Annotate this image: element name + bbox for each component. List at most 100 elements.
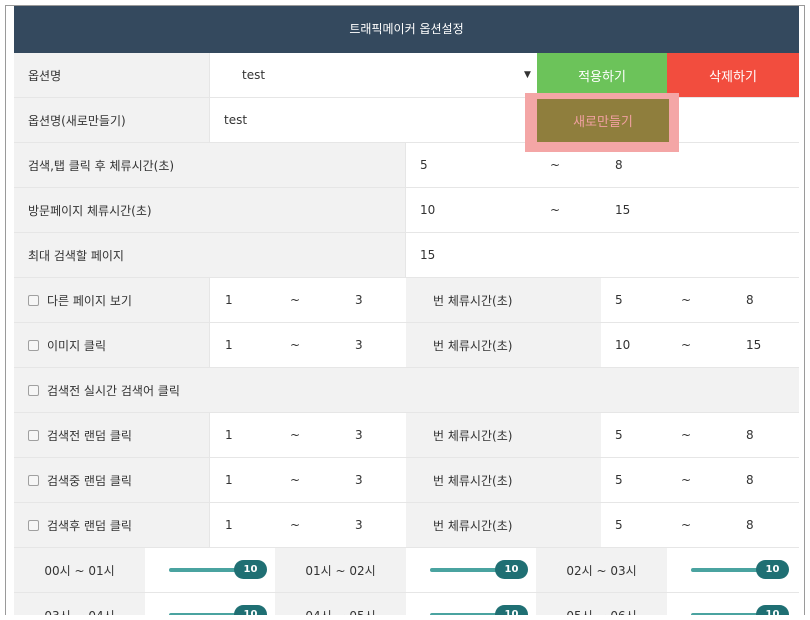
realtime-label-text: 검색전 실시간 검색어 클릭 [47, 383, 180, 398]
hour-slider[interactable]: 10 [145, 593, 275, 615]
action-label[interactable]: 다른 페이지 보기 [14, 278, 210, 322]
delete-button[interactable]: 삭제하기 [667, 53, 799, 97]
realtime-row: 검색전 실시간 검색어 클릭 [14, 368, 799, 413]
new-option-row: 옵션명(새로만들기) test [14, 98, 799, 143]
checkbox[interactable] [28, 519, 39, 531]
hour-row: 03시 ~ 04시 10 04시 ~ 05시 10 05시 ~ 06시 10 [14, 593, 799, 615]
visit-dwell-label: 방문페이지 체류시간(초) [14, 188, 406, 232]
option-select[interactable]: test [242, 53, 265, 97]
checkbox[interactable] [28, 429, 39, 441]
hour-row: 00시 ~ 01시 10 01시 ~ 02시 10 02시 ~ 03시 10 [14, 548, 799, 593]
hour-slider[interactable]: 10 [406, 548, 536, 592]
count-max[interactable]: 3 [355, 413, 363, 457]
visit-dwell-min[interactable]: 10 [420, 188, 435, 232]
count-max[interactable]: 3 [355, 458, 363, 502]
chevron-down-icon[interactable]: ▼ [524, 70, 531, 80]
tilde: ~ [290, 338, 301, 352]
count-min[interactable]: 1 [225, 323, 233, 367]
tilde: ~ [681, 518, 692, 532]
count-max[interactable]: 3 [355, 503, 363, 547]
dwell-min[interactable]: 5 [615, 458, 623, 502]
options-window: 트래픽메이커 옵션설정 옵션명 test ▼ 적용하기 삭제하기 옵션명(새로만… [5, 5, 805, 615]
random-action-label-text: 검색후 랜덤 클릭 [47, 518, 132, 533]
dwell-label: 번 체류시간(초) [406, 458, 601, 502]
tilde: ~ [681, 473, 692, 487]
hour-label: 04시 ~ 05시 [275, 593, 406, 615]
slider-knob[interactable]: 10 [234, 560, 267, 579]
new-option-button[interactable]: 새로만들기 [537, 99, 669, 142]
max-pages-label: 최대 검색할 페이지 [14, 233, 406, 277]
hour-label: 00시 ~ 01시 [14, 548, 145, 592]
hour-label: 02시 ~ 03시 [536, 548, 667, 592]
random-action-label-text: 검색중 랜덤 클릭 [47, 473, 132, 488]
checkbox[interactable] [28, 339, 39, 351]
dwell-label: 번 체류시간(초) [406, 413, 601, 457]
option-name-label: 옵션명 [14, 53, 210, 97]
random-action-label[interactable]: 검색전 랜덤 클릭 [14, 413, 210, 457]
tilde: ~ [681, 293, 692, 307]
hour-label: 05시 ~ 06시 [536, 593, 667, 615]
dwell-max[interactable]: 15 [746, 323, 761, 367]
hour-slider[interactable]: 10 [667, 548, 797, 592]
slider-knob[interactable]: 10 [495, 560, 528, 579]
slider-knob[interactable]: 10 [234, 605, 267, 615]
random-action-row: 검색중 랜덤 클릭 1 ~ 3 번 체류시간(초) 5 ~ 8 [14, 458, 799, 503]
page-title: 트래픽메이커 옵션설정 [14, 6, 799, 53]
random-action-label[interactable]: 검색후 랜덤 클릭 [14, 503, 210, 547]
slider-knob[interactable]: 10 [756, 605, 789, 615]
dwell-label: 번 체류시간(초) [406, 323, 601, 367]
search-dwell-min[interactable]: 5 [420, 143, 428, 187]
apply-button[interactable]: 적용하기 [537, 53, 667, 97]
random-action-label[interactable]: 검색중 랜덤 클릭 [14, 458, 210, 502]
tilde: ~ [681, 338, 692, 352]
action-row: 다른 페이지 보기 1 ~ 3 번 체류시간(초) 5 ~ 8 [14, 278, 799, 323]
slider-knob[interactable]: 10 [495, 605, 528, 615]
count-max[interactable]: 3 [355, 278, 363, 322]
random-action-row: 검색전 랜덤 클릭 1 ~ 3 번 체류시간(초) 5 ~ 8 [14, 413, 799, 458]
search-dwell-row: 검색,탭 클릭 후 체류시간(초) 5 ~ 8 [14, 143, 799, 188]
hour-slider[interactable]: 10 [145, 548, 275, 592]
action-label[interactable]: 이미지 클릭 [14, 323, 210, 367]
dwell-max[interactable]: 8 [746, 503, 754, 547]
dwell-min[interactable]: 5 [615, 413, 623, 457]
checkbox[interactable] [28, 294, 39, 306]
count-min[interactable]: 1 [225, 278, 233, 322]
dwell-max[interactable]: 8 [746, 413, 754, 457]
random-action-label-text: 검색전 랜덤 클릭 [47, 428, 132, 443]
dwell-label: 번 체류시간(초) [406, 503, 601, 547]
checkbox[interactable] [28, 384, 39, 396]
count-max[interactable]: 3 [355, 323, 363, 367]
new-option-label: 옵션명(새로만들기) [14, 98, 210, 142]
tilde: ~ [550, 203, 561, 217]
realtime-label[interactable]: 검색전 실시간 검색어 클릭 [14, 368, 799, 412]
hour-label: 03시 ~ 04시 [14, 593, 145, 615]
dwell-label: 번 체류시간(초) [406, 278, 601, 322]
count-min[interactable]: 1 [225, 413, 233, 457]
action-label-text: 다른 페이지 보기 [47, 293, 132, 308]
tilde: ~ [290, 293, 301, 307]
tilde: ~ [290, 473, 301, 487]
count-min[interactable]: 1 [225, 503, 233, 547]
visit-dwell-row: 방문페이지 체류시간(초) 10 ~ 15 [14, 188, 799, 233]
max-pages-input[interactable]: 15 [420, 233, 435, 277]
hour-label: 01시 ~ 02시 [275, 548, 406, 592]
slider-knob[interactable]: 10 [756, 560, 789, 579]
dwell-max[interactable]: 8 [746, 278, 754, 322]
hour-slider[interactable]: 10 [667, 593, 797, 615]
tilde: ~ [290, 428, 301, 442]
visit-dwell-max[interactable]: 15 [615, 188, 630, 232]
tilde: ~ [681, 428, 692, 442]
count-min[interactable]: 1 [225, 458, 233, 502]
option-name-row: 옵션명 test ▼ 적용하기 삭제하기 [14, 53, 799, 98]
dwell-min[interactable]: 5 [615, 503, 623, 547]
new-option-input[interactable]: test [224, 98, 247, 142]
checkbox[interactable] [28, 474, 39, 486]
hour-slider[interactable]: 10 [406, 593, 536, 615]
action-row: 이미지 클릭 1 ~ 3 번 체류시간(초) 10 ~ 15 [14, 323, 799, 368]
dwell-min[interactable]: 5 [615, 278, 623, 322]
max-pages-row: 최대 검색할 페이지 15 [14, 233, 799, 278]
tilde: ~ [290, 518, 301, 532]
dwell-max[interactable]: 8 [746, 458, 754, 502]
action-label-text: 이미지 클릭 [47, 338, 107, 353]
dwell-min[interactable]: 10 [615, 323, 630, 367]
